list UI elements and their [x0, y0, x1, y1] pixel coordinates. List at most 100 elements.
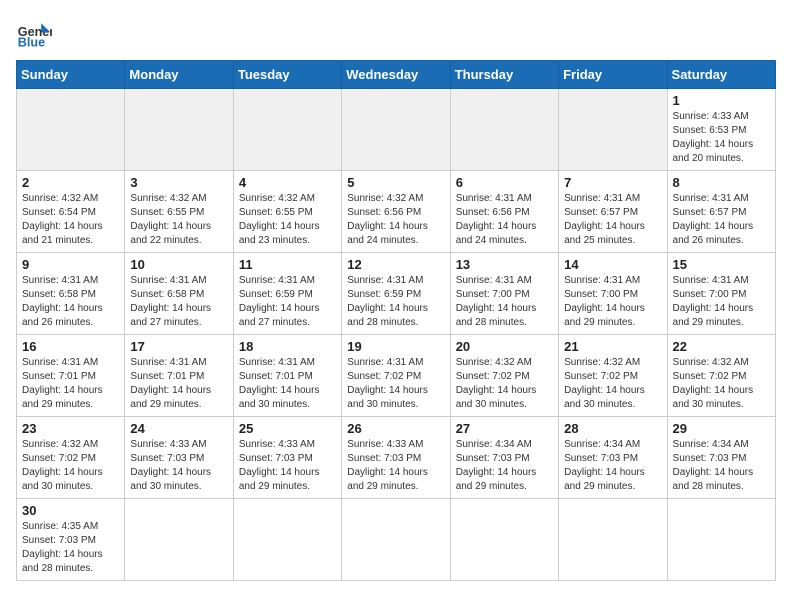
day-number: 24 [130, 421, 227, 436]
day-number: 15 [673, 257, 770, 272]
day-number: 21 [564, 339, 661, 354]
day-number: 13 [456, 257, 553, 272]
calendar-day-cell [450, 89, 558, 171]
calendar-day-cell: 11 Sunrise: 4:31 AM Sunset: 6:59 PM Dayli… [233, 253, 341, 335]
calendar-week-row: 2 Sunrise: 4:32 AM Sunset: 6:54 PM Daylig… [17, 171, 776, 253]
calendar-day-cell: 4 Sunrise: 4:32 AM Sunset: 6:55 PM Daylig… [233, 171, 341, 253]
weekday-header-tuesday: Tuesday [233, 61, 341, 89]
calendar-day-cell: 6 Sunrise: 4:31 AM Sunset: 6:56 PM Daylig… [450, 171, 558, 253]
calendar-day-cell: 1 Sunrise: 4:33 AM Sunset: 6:53 PM Daylig… [667, 89, 775, 171]
calendar-day-cell: 3 Sunrise: 4:32 AM Sunset: 6:55 PM Daylig… [125, 171, 233, 253]
day-info: Sunrise: 4:31 AM Sunset: 7:00 PM Dayligh… [564, 274, 661, 330]
weekday-header-friday: Friday [559, 61, 667, 89]
day-info: Sunrise: 4:33 AM Sunset: 7:03 PM Dayligh… [239, 438, 336, 494]
calendar-day-cell: 9Sunrise: 4:31 AM Sunset: 6:58 PM Daylig… [17, 253, 125, 335]
calendar-day-cell: 5 Sunrise: 4:32 AM Sunset: 6:56 PM Daylig… [342, 171, 450, 253]
day-info: Sunrise: 4:31 AM Sunset: 7:01 PM Dayligh… [239, 356, 336, 412]
calendar-day-cell [667, 499, 775, 581]
day-info: Sunrise: 4:32 AM Sunset: 6:54 PM Dayligh… [22, 192, 119, 248]
day-info: Sunrise: 4:31 AM Sunset: 6:57 PM Dayligh… [673, 192, 770, 248]
calendar-day-cell: 25 Sunrise: 4:33 AM Sunset: 7:03 PM Dayli… [233, 417, 341, 499]
day-info: Sunrise: 4:31 AM Sunset: 6:59 PM Dayligh… [347, 274, 444, 330]
day-number: 28 [564, 421, 661, 436]
day-info: Sunrise: 4:31 AM Sunset: 6:57 PM Dayligh… [564, 192, 661, 248]
logo: General Blue [16, 16, 52, 52]
day-number: 7 [564, 175, 661, 190]
calendar-day-cell [17, 89, 125, 171]
calendar-day-cell: 29 Sunrise: 4:34 AM Sunset: 7:03 PM Dayli… [667, 417, 775, 499]
day-number: 1 [673, 93, 770, 108]
day-number: 11 [239, 257, 336, 272]
day-info: Sunrise: 4:31 AM Sunset: 6:56 PM Dayligh… [456, 192, 553, 248]
weekday-header-saturday: Saturday [667, 61, 775, 89]
calendar-day-cell: 10Sunrise: 4:31 AM Sunset: 6:58 PM Dayli… [125, 253, 233, 335]
day-info: Sunrise: 4:31 AM Sunset: 7:01 PM Dayligh… [22, 356, 119, 412]
calendar-day-cell: 15Sunrise: 4:31 AM Sunset: 7:00 PM Dayli… [667, 253, 775, 335]
day-info: Sunrise: 4:32 AM Sunset: 7:02 PM Dayligh… [456, 356, 553, 412]
day-info: Sunrise: 4:34 AM Sunset: 7:03 PM Dayligh… [564, 438, 661, 494]
svg-text:Blue: Blue [18, 36, 45, 50]
day-info: Sunrise: 4:32 AM Sunset: 6:55 PM Dayligh… [130, 192, 227, 248]
day-info: Sunrise: 4:31 AM Sunset: 6:58 PM Dayligh… [130, 274, 227, 330]
day-info: Sunrise: 4:33 AM Sunset: 6:53 PM Dayligh… [673, 110, 770, 166]
day-info: Sunrise: 4:31 AM Sunset: 7:02 PM Dayligh… [347, 356, 444, 412]
calendar-day-cell: 2 Sunrise: 4:32 AM Sunset: 6:54 PM Daylig… [17, 171, 125, 253]
calendar-day-cell [559, 89, 667, 171]
day-number: 30 [22, 503, 119, 518]
calendar-day-cell: 8Sunrise: 4:31 AM Sunset: 6:57 PM Daylig… [667, 171, 775, 253]
calendar-day-cell: 19 Sunrise: 4:31 AM Sunset: 7:02 PM Dayli… [342, 335, 450, 417]
calendar-day-cell [342, 89, 450, 171]
calendar-day-cell: 14Sunrise: 4:31 AM Sunset: 7:00 PM Dayli… [559, 253, 667, 335]
calendar-day-cell [233, 499, 341, 581]
day-number: 25 [239, 421, 336, 436]
day-number: 2 [22, 175, 119, 190]
calendar-week-row: 16 Sunrise: 4:31 AM Sunset: 7:01 PM Dayli… [17, 335, 776, 417]
day-info: Sunrise: 4:32 AM Sunset: 6:55 PM Dayligh… [239, 192, 336, 248]
day-info: Sunrise: 4:32 AM Sunset: 6:56 PM Dayligh… [347, 192, 444, 248]
day-info: Sunrise: 4:31 AM Sunset: 6:59 PM Dayligh… [239, 274, 336, 330]
calendar-day-cell: 18 Sunrise: 4:31 AM Sunset: 7:01 PM Dayli… [233, 335, 341, 417]
calendar-day-cell: 24Sunrise: 4:33 AM Sunset: 7:03 PM Dayli… [125, 417, 233, 499]
calendar-day-cell: 7 Sunrise: 4:31 AM Sunset: 6:57 PM Daylig… [559, 171, 667, 253]
day-number: 20 [456, 339, 553, 354]
day-number: 16 [22, 339, 119, 354]
day-number: 27 [456, 421, 553, 436]
day-number: 6 [456, 175, 553, 190]
calendar-week-row: 30 Sunrise: 4:35 AM Sunset: 7:03 PM Dayli… [17, 499, 776, 581]
calendar-day-cell: 27 Sunrise: 4:34 AM Sunset: 7:03 PM Dayli… [450, 417, 558, 499]
calendar-day-cell [342, 499, 450, 581]
calendar-week-row: 23Sunrise: 4:32 AM Sunset: 7:02 PM Dayli… [17, 417, 776, 499]
page-header: General Blue [16, 16, 776, 52]
day-info: Sunrise: 4:31 AM Sunset: 7:01 PM Dayligh… [130, 356, 227, 412]
weekday-header-wednesday: Wednesday [342, 61, 450, 89]
calendar-day-cell [450, 499, 558, 581]
calendar-table: SundayMondayTuesdayWednesdayThursdayFrid… [16, 60, 776, 581]
calendar-day-cell: 17 Sunrise: 4:31 AM Sunset: 7:01 PM Dayli… [125, 335, 233, 417]
calendar-day-cell: 30 Sunrise: 4:35 AM Sunset: 7:03 PM Dayli… [17, 499, 125, 581]
calendar-day-cell [125, 499, 233, 581]
day-number: 5 [347, 175, 444, 190]
weekday-header-thursday: Thursday [450, 61, 558, 89]
weekday-header-row: SundayMondayTuesdayWednesdayThursdayFrid… [17, 61, 776, 89]
day-info: Sunrise: 4:32 AM Sunset: 7:02 PM Dayligh… [673, 356, 770, 412]
day-number: 3 [130, 175, 227, 190]
weekday-header-sunday: Sunday [17, 61, 125, 89]
weekday-header-monday: Monday [125, 61, 233, 89]
day-info: Sunrise: 4:34 AM Sunset: 7:03 PM Dayligh… [673, 438, 770, 494]
calendar-day-cell: 12Sunrise: 4:31 AM Sunset: 6:59 PM Dayli… [342, 253, 450, 335]
calendar-week-row: 9 Sunrise: 4:31 AM Sunset: 6:58 PM Daylig… [17, 253, 776, 335]
day-info: Sunrise: 4:34 AM Sunset: 7:03 PM Dayligh… [456, 438, 553, 494]
day-number: 19 [347, 339, 444, 354]
day-info: Sunrise: 4:32 AM Sunset: 7:02 PM Dayligh… [564, 356, 661, 412]
day-number: 9 [22, 257, 119, 272]
day-number: 17 [130, 339, 227, 354]
calendar-day-cell: 13Sunrise: 4:31 AM Sunset: 7:00 PM Dayli… [450, 253, 558, 335]
calendar-week-row: 1 Sunrise: 4:33 AM Sunset: 6:53 PM Daylig… [17, 89, 776, 171]
calendar-day-cell [559, 499, 667, 581]
day-number: 23 [22, 421, 119, 436]
calendar-day-cell: 23Sunrise: 4:32 AM Sunset: 7:02 PM Dayli… [17, 417, 125, 499]
day-number: 29 [673, 421, 770, 436]
day-info: Sunrise: 4:35 AM Sunset: 7:03 PM Dayligh… [22, 520, 119, 576]
day-number: 4 [239, 175, 336, 190]
day-number: 18 [239, 339, 336, 354]
